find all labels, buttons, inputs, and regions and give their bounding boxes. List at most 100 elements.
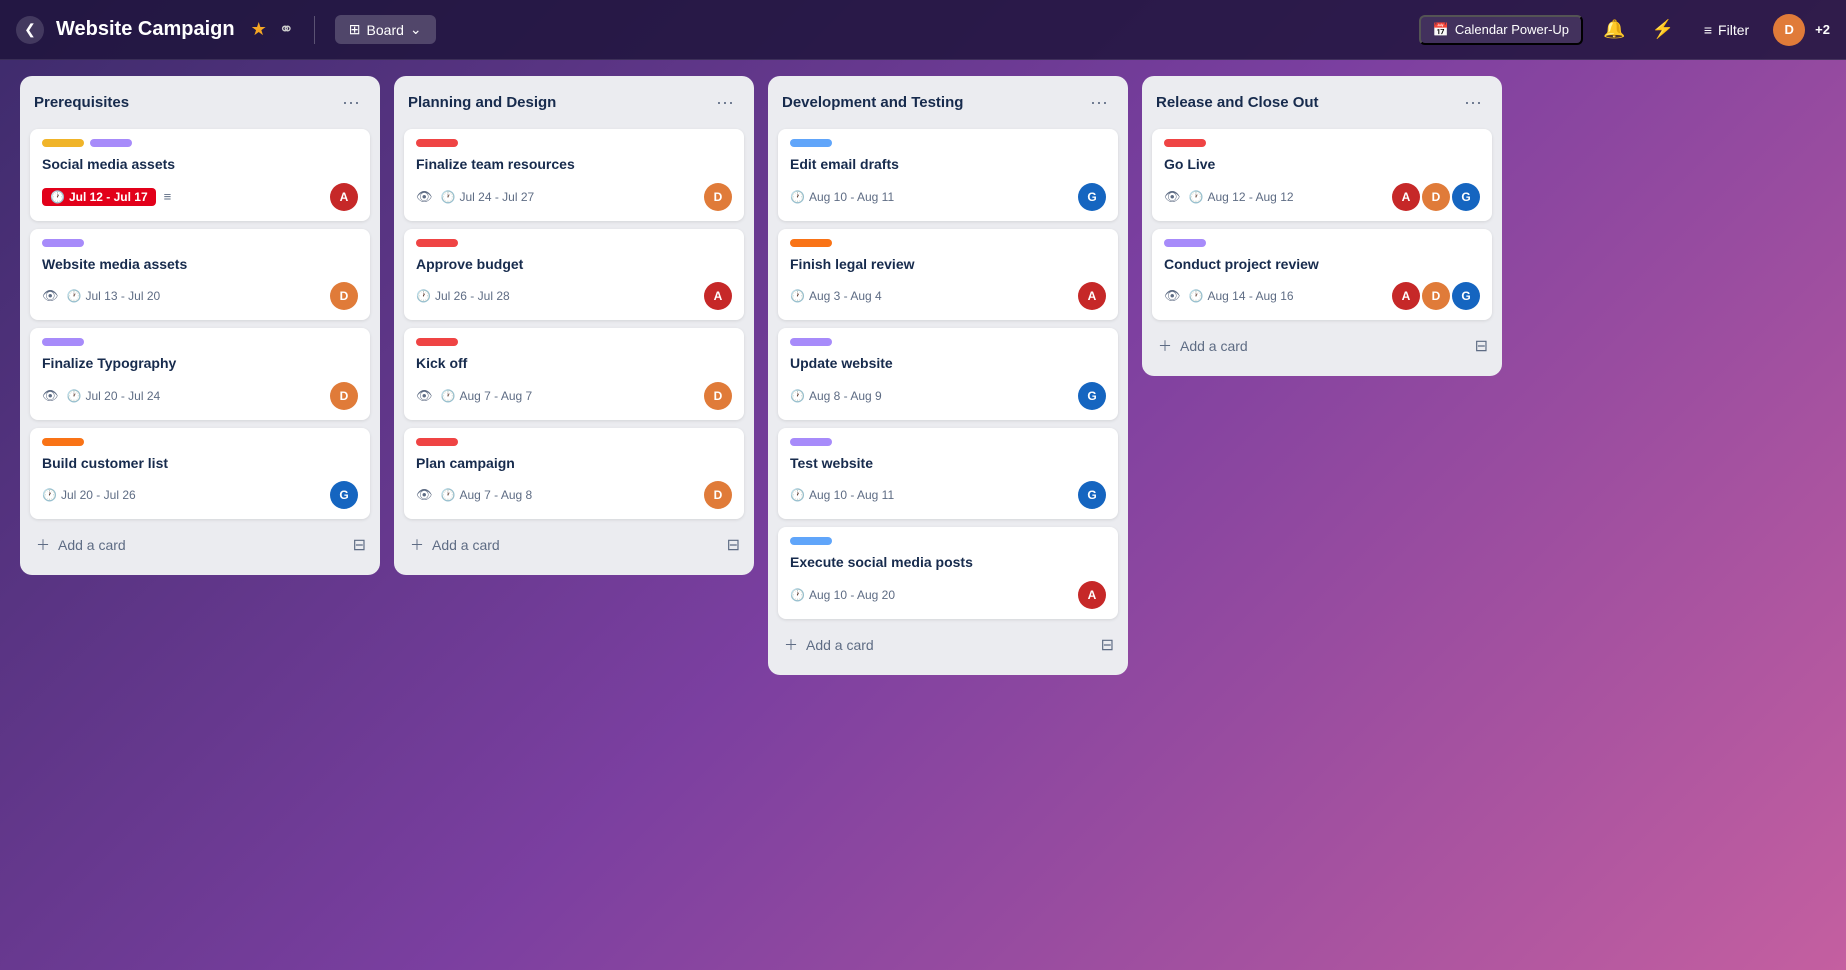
card-meta: 👁🕐 Aug 7 - Aug 8D bbox=[416, 481, 732, 509]
star-icon[interactable]: ★ bbox=[251, 19, 267, 40]
calendar-icon: 📅 bbox=[1433, 22, 1449, 38]
lightning-icon-button[interactable]: ⚡ bbox=[1645, 15, 1679, 44]
add-card-button[interactable]: ＋ Add a card bbox=[30, 527, 349, 563]
clock-icon: 🕐 bbox=[790, 588, 805, 602]
card-test-website[interactable]: Test website🕐 Aug 10 - Aug 11G bbox=[778, 428, 1118, 520]
date-badge: 🕐 Jul 12 - Jul 17 bbox=[42, 188, 156, 206]
template-button[interactable]: ⊟ bbox=[1097, 631, 1118, 659]
column-menu-button[interactable]: ··· bbox=[1084, 90, 1114, 115]
watch-icon: 👁 bbox=[416, 388, 433, 404]
card-labels bbox=[790, 139, 1106, 147]
date-text: 🕐 Aug 7 - Aug 7 bbox=[441, 389, 533, 403]
card-title: Edit email drafts bbox=[790, 155, 1106, 175]
card-approve-budget[interactable]: Approve budget🕐 Jul 26 - Jul 28A bbox=[404, 229, 744, 321]
card-title: Social media assets bbox=[42, 155, 358, 175]
column-title: Release and Close Out bbox=[1156, 94, 1319, 111]
column-prerequisites: Prerequisites ··· Social media assets🕐 J… bbox=[20, 76, 380, 575]
column-development-testing: Development and Testing ··· Edit email d… bbox=[768, 76, 1128, 675]
add-card-button[interactable]: ＋ Add a card bbox=[778, 627, 1097, 663]
avatar: G bbox=[1078, 183, 1106, 211]
column-menu-button[interactable]: ··· bbox=[336, 90, 366, 115]
avatar[interactable]: D bbox=[1773, 14, 1805, 46]
template-button[interactable]: ⊟ bbox=[723, 531, 744, 559]
template-button[interactable]: ⊟ bbox=[349, 531, 370, 559]
date-text: 🕐 Jul 13 - Jul 20 bbox=[67, 289, 161, 303]
card-build-customer-list[interactable]: Build customer list🕐 Jul 20 - Jul 26G bbox=[30, 428, 370, 520]
clock-icon: 🕐 bbox=[790, 389, 805, 403]
card-label bbox=[416, 139, 458, 147]
header-divider bbox=[314, 16, 315, 44]
card-label bbox=[90, 139, 132, 147]
card-label bbox=[790, 239, 832, 247]
card-labels bbox=[42, 438, 358, 446]
card-title: Finalize Typography bbox=[42, 354, 358, 374]
share-icon-button[interactable]: 🔔 bbox=[1597, 15, 1631, 44]
card-labels bbox=[42, 338, 358, 346]
clock-icon: 🕐 bbox=[790, 488, 805, 502]
template-button[interactable]: ⊟ bbox=[1471, 332, 1492, 360]
add-card-row: ＋ Add a card ⊟ bbox=[30, 527, 370, 563]
card-meta-left: 🕐 Aug 3 - Aug 4 bbox=[790, 289, 882, 303]
avatar: G bbox=[1452, 183, 1480, 211]
board-view-button[interactable]: ⊞ Board ⌄ bbox=[335, 15, 436, 44]
filter-button[interactable]: ≡ Filter bbox=[1694, 17, 1759, 43]
card-meta-left: 🕐 Aug 10 - Aug 11 bbox=[790, 190, 894, 204]
card-label bbox=[790, 338, 832, 346]
card-label bbox=[416, 239, 458, 247]
clock-icon: 🕐 bbox=[416, 289, 431, 303]
add-card-row: ＋ Add a card ⊟ bbox=[778, 627, 1118, 663]
add-card-button[interactable]: ＋ Add a card bbox=[1152, 328, 1471, 364]
card-title: Plan campaign bbox=[416, 454, 732, 474]
card-label bbox=[42, 239, 84, 247]
calendar-powerup-button[interactable]: 📅 Calendar Power-Up bbox=[1419, 15, 1583, 45]
card-social-media-assets[interactable]: Social media assets🕐 Jul 12 - Jul 17≡A bbox=[30, 129, 370, 221]
card-finalize-typography[interactable]: Finalize Typography👁🕐 Jul 20 - Jul 24D bbox=[30, 328, 370, 420]
card-kick-off[interactable]: Kick off 👁 🕐 Aug 7 - Aug 7 D bbox=[404, 328, 744, 420]
card-website-media-assets[interactable]: Website media assets👁🕐 Jul 13 - Jul 20D bbox=[30, 229, 370, 321]
card-edit-email-drafts[interactable]: Edit email drafts 🕐 Aug 10 - Aug 11 G bbox=[778, 129, 1118, 221]
avatar-plus-count[interactable]: +2 bbox=[1815, 22, 1830, 37]
board-title: Website Campaign bbox=[56, 18, 235, 41]
date-text: 🕐 Aug 10 - Aug 11 bbox=[790, 190, 894, 204]
avatar: D bbox=[330, 382, 358, 410]
card-finish-legal-review[interactable]: Finish legal review🕐 Aug 3 - Aug 4A bbox=[778, 229, 1118, 321]
add-card-label: Add a card bbox=[432, 537, 500, 553]
card-finalize-team-resources[interactable]: Finalize team resources👁🕐 Jul 24 - Jul 2… bbox=[404, 129, 744, 221]
collapse-sidebar-button[interactable]: ❮ bbox=[16, 16, 44, 44]
card-meta-left: 👁🕐 Aug 14 - Aug 16 bbox=[1164, 288, 1294, 304]
card-label bbox=[1164, 139, 1206, 147]
card-labels bbox=[42, 139, 358, 147]
card-title: Kick off bbox=[416, 354, 732, 374]
column-header: Planning and Design ··· bbox=[404, 88, 744, 121]
card-go-live[interactable]: Go Live👁🕐 Aug 12 - Aug 12ADG bbox=[1152, 129, 1492, 221]
add-card-row: ＋ Add a card ⊟ bbox=[1152, 328, 1492, 364]
people-icon[interactable]: ⚭ bbox=[279, 19, 294, 40]
column-header: Development and Testing ··· bbox=[778, 88, 1118, 121]
clock-icon: 🕐 bbox=[790, 289, 805, 303]
clock-icon: 🕐 bbox=[441, 488, 456, 502]
card-title: Finish legal review bbox=[790, 255, 1106, 275]
card-update-website[interactable]: Update website🕐 Aug 8 - Aug 9G bbox=[778, 328, 1118, 420]
card-label bbox=[1164, 239, 1206, 247]
board-grid-icon: ⊞ bbox=[349, 21, 361, 38]
card-conduct-project-review[interactable]: Conduct project review👁🕐 Aug 14 - Aug 16… bbox=[1152, 229, 1492, 321]
column-menu-button[interactable]: ··· bbox=[1458, 90, 1488, 115]
card-labels bbox=[42, 239, 358, 247]
add-card-button[interactable]: ＋ Add a card bbox=[404, 527, 723, 563]
avatar-row: ADG bbox=[1392, 282, 1480, 310]
card-plan-campaign[interactable]: Plan campaign 👁🕐 Aug 7 - Aug 8D bbox=[404, 428, 744, 520]
card-meta-left: 🕐 Jul 20 - Jul 26 bbox=[42, 488, 136, 502]
date-text: 🕐 Jul 24 - Jul 27 bbox=[441, 190, 535, 204]
add-card-label: Add a card bbox=[58, 537, 126, 553]
card-meta: 👁🕐 Aug 12 - Aug 12ADG bbox=[1164, 183, 1480, 211]
card-execute-social-media-posts[interactable]: Execute social media posts🕐 Aug 10 - Aug… bbox=[778, 527, 1118, 619]
card-labels bbox=[1164, 239, 1480, 247]
column-release-close-out: Release and Close Out ··· Go Live👁🕐 Aug … bbox=[1142, 76, 1502, 376]
avatar: D bbox=[704, 382, 732, 410]
avatar-row: ADG bbox=[1392, 183, 1480, 211]
clock-icon: 🕐 bbox=[441, 389, 456, 403]
column-menu-button[interactable]: ··· bbox=[710, 90, 740, 115]
date-text: 🕐 Aug 10 - Aug 11 bbox=[790, 488, 894, 502]
avatar: A bbox=[704, 282, 732, 310]
avatar: G bbox=[330, 481, 358, 509]
